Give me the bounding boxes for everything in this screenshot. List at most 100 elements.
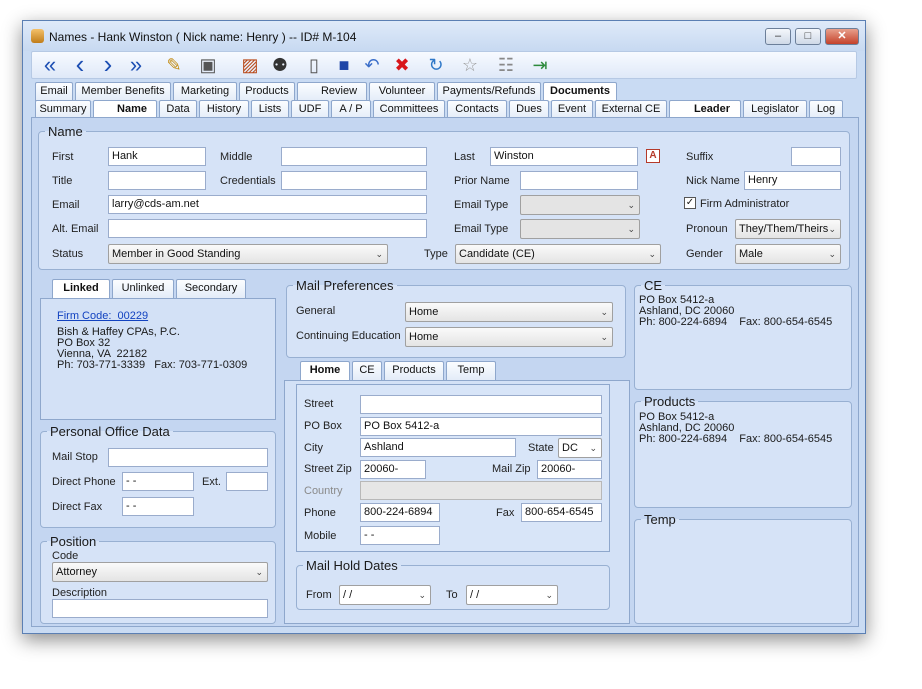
chevron-down-icon: ⌄ xyxy=(600,332,608,342)
temp-address-group: Temp xyxy=(634,512,852,624)
suffix-input[interactable] xyxy=(791,147,841,166)
prior-name-input[interactable] xyxy=(520,171,638,190)
delete-icon[interactable]: ✖ xyxy=(390,54,414,76)
tab-member-benefits[interactable]: Member Benefits xyxy=(75,82,171,101)
chevron-down-icon: ⌄ xyxy=(545,590,553,600)
phone-input[interactable]: 800-224-6894 xyxy=(360,503,440,522)
tab-row-1: Email Member Benefits Marketing Products… xyxy=(35,82,855,101)
mail-stop-input[interactable] xyxy=(108,448,268,467)
mail-stop-label: Mail Stop xyxy=(52,451,98,463)
tab-marketing[interactable]: Marketing xyxy=(173,82,237,101)
close-button[interactable]: ✕ xyxy=(825,28,859,45)
first-record-icon[interactable]: « xyxy=(38,54,62,76)
tab-linked[interactable]: Linked xyxy=(52,279,110,298)
mail-zip-input[interactable]: 20060- xyxy=(537,460,602,479)
gift-icon[interactable]: ☷ xyxy=(494,54,518,76)
tab-email[interactable]: Email xyxy=(35,82,73,101)
tab-review[interactable]: Review xyxy=(297,82,367,101)
street-label: Street xyxy=(304,398,334,410)
undo-icon[interactable]: ↶ xyxy=(360,54,384,76)
street-input[interactable] xyxy=(360,395,602,414)
refresh-icon[interactable]: ↻ xyxy=(424,54,448,76)
binoculars-icon[interactable]: ⚉ xyxy=(268,54,292,76)
code-select[interactable]: Attorney ⌄ xyxy=(52,562,268,582)
general-select[interactable]: Home ⌄ xyxy=(405,302,613,322)
gender-select[interactable]: Male ⌄ xyxy=(735,244,841,264)
tab-volunteer[interactable]: Volunteer xyxy=(369,82,435,101)
chevron-down-icon: ⌄ xyxy=(828,224,836,234)
restore-button[interactable]: □ xyxy=(795,28,821,45)
tab-address-home[interactable]: Home xyxy=(300,361,350,380)
camera-icon[interactable]: ▣ xyxy=(196,54,220,76)
chevron-down-icon: ⌄ xyxy=(648,249,656,259)
new-page-icon[interactable]: ▯ xyxy=(302,54,326,76)
a-button[interactable]: A xyxy=(646,149,660,163)
card-icon[interactable]: ▨ xyxy=(238,54,262,76)
tab-documents[interactable]: Documents xyxy=(543,82,617,101)
nick-name-input[interactable]: Henry xyxy=(744,171,841,190)
direct-phone-input[interactable]: - - xyxy=(122,472,194,491)
tab-address-temp[interactable]: Temp xyxy=(446,361,496,380)
last-name-input[interactable]: Winston xyxy=(490,147,638,166)
type-select[interactable]: Candidate (CE) ⌄ xyxy=(455,244,661,264)
chevron-down-icon: ⌄ xyxy=(600,307,608,317)
alt-email-input[interactable] xyxy=(108,219,427,238)
tab-secondary[interactable]: Secondary xyxy=(176,279,246,298)
email-type-select[interactable]: ⌄ xyxy=(520,195,640,215)
country-input[interactable] xyxy=(360,481,602,500)
email-label: Email xyxy=(52,199,80,211)
title-label: Title xyxy=(52,175,73,187)
ext-input[interactable] xyxy=(226,472,268,491)
city-input[interactable]: Ashland xyxy=(360,438,516,457)
title-input[interactable] xyxy=(108,171,206,190)
gender-label: Gender xyxy=(686,248,723,260)
pronoun-select[interactable]: They/Them/Theirs ⌄ xyxy=(735,219,841,239)
street-zip-input[interactable]: 20060- xyxy=(360,460,426,479)
nick-name-label: Nick Name xyxy=(686,175,740,187)
to-date-picker[interactable]: / / ⌄ xyxy=(466,585,558,605)
middle-name-input[interactable] xyxy=(281,147,427,166)
from-date-picker[interactable]: / / ⌄ xyxy=(339,585,431,605)
chevron-down-icon: ⌄ xyxy=(418,590,426,600)
star-icon[interactable]: ☆ xyxy=(458,54,482,76)
general-value: Home xyxy=(409,306,439,318)
firm-code-link[interactable]: Firm Code: 00229 xyxy=(57,311,148,322)
from-date-value: / / xyxy=(343,589,353,601)
continuing-education-select[interactable]: Home ⌄ xyxy=(405,327,613,347)
firm-admin-checkbox[interactable]: ✓ xyxy=(684,197,696,209)
po-box-input[interactable]: PO Box 5412-a xyxy=(360,417,602,436)
names-window: Names - Hank Winston ( Nick name: Henry … xyxy=(22,20,866,634)
chevron-down-icon: ⌄ xyxy=(375,249,383,259)
tab-address-ce[interactable]: CE xyxy=(352,361,382,380)
email-type-label: Email Type xyxy=(454,199,509,211)
temp-legend: Temp xyxy=(644,512,676,527)
last-record-icon[interactable]: » xyxy=(124,54,148,76)
tab-address-products[interactable]: Products xyxy=(384,361,444,380)
save-icon[interactable]: ■ xyxy=(332,54,356,76)
pronoun-label: Pronoun xyxy=(686,223,728,235)
status-select[interactable]: Member in Good Standing ⌄ xyxy=(108,244,388,264)
minimize-button[interactable]: – xyxy=(765,28,791,45)
direct-fax-input[interactable]: - - xyxy=(122,497,194,516)
tab-products[interactable]: Products xyxy=(239,82,295,101)
next-record-icon[interactable]: › xyxy=(96,51,120,77)
email-type2-select[interactable]: ⌄ xyxy=(520,219,640,239)
email-input[interactable]: larry@cds-am.net xyxy=(108,195,427,214)
credentials-input[interactable] xyxy=(281,171,427,190)
exit-icon[interactable]: ⇥ xyxy=(528,54,552,76)
title-bar: Names - Hank Winston ( Nick name: Henry … xyxy=(23,21,865,51)
tab-payments-refunds[interactable]: Payments/Refunds xyxy=(437,82,541,101)
ce-address: PO Box 5412-a Ashland, DC 20060 Ph: 800-… xyxy=(639,294,833,328)
description-input[interactable] xyxy=(52,599,268,618)
mobile-input[interactable]: - - xyxy=(360,526,440,545)
tab-unlinked[interactable]: Unlinked xyxy=(112,279,174,298)
direct-fax-label: Direct Fax xyxy=(52,501,103,513)
folder-icon[interactable]: ✎ xyxy=(162,54,186,76)
middle-label: Middle xyxy=(220,151,253,163)
previous-record-icon[interactable]: ‹ xyxy=(68,51,92,77)
fax-input[interactable]: 800-654-6545 xyxy=(521,503,602,522)
first-name-input[interactable]: Hank xyxy=(108,147,206,166)
first-label: First xyxy=(52,151,74,163)
state-select[interactable]: DC ⌄ xyxy=(558,438,602,458)
firm-admin-label: Firm Administrator xyxy=(700,198,790,210)
